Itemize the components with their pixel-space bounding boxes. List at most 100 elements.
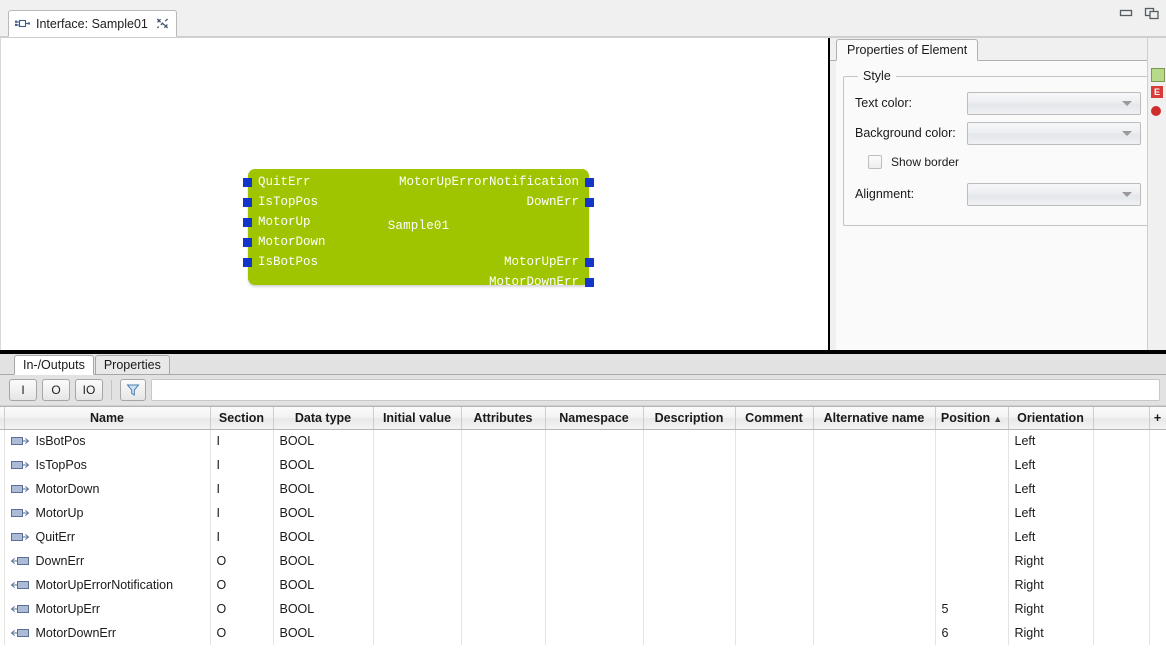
table-header-namespace[interactable]: Namespace xyxy=(545,407,644,430)
close-icon[interactable] xyxy=(156,17,169,30)
input-pin-isbotpos[interactable]: IsBotPos xyxy=(243,253,318,271)
minimize-icon[interactable] xyxy=(1118,6,1134,20)
cell-namespace[interactable] xyxy=(545,525,644,549)
cell-data-type[interactable]: BOOL xyxy=(273,477,374,501)
cell-attributes[interactable] xyxy=(461,597,546,621)
cell-attributes[interactable] xyxy=(461,477,546,501)
cell-position[interactable] xyxy=(935,525,1009,549)
cell-description[interactable] xyxy=(643,573,736,597)
cell-attributes[interactable] xyxy=(461,525,546,549)
cell-description[interactable] xyxy=(643,525,736,549)
table-row[interactable]: MotorUpErr O BOOL 5 Right xyxy=(0,597,1166,621)
cell-add[interactable] xyxy=(1149,477,1166,501)
cell-orientation[interactable]: Right xyxy=(1008,573,1094,597)
library-icon[interactable] xyxy=(1151,68,1165,82)
cell-initial-value[interactable] xyxy=(373,429,462,453)
input-pin-istoppos[interactable]: IsTopPos xyxy=(243,193,318,211)
cell-data-type[interactable]: BOOL xyxy=(273,597,374,621)
cell-add[interactable] xyxy=(1149,597,1166,621)
cell-comment[interactable] xyxy=(735,597,814,621)
error-icon[interactable]: E xyxy=(1151,86,1163,98)
cell-attributes[interactable] xyxy=(461,501,546,525)
cell-namespace[interactable] xyxy=(545,621,644,645)
cell-name[interactable]: QuitErr xyxy=(4,525,211,549)
cell-add[interactable] xyxy=(1149,501,1166,525)
cell-spacer[interactable] xyxy=(1093,597,1150,621)
table-header-description[interactable]: Description xyxy=(643,407,736,430)
cell-section[interactable]: O xyxy=(210,549,274,573)
cell-spacer[interactable] xyxy=(1093,453,1150,477)
cell-name[interactable]: IsTopPos xyxy=(4,453,211,477)
cell-data-type[interactable]: BOOL xyxy=(273,549,374,573)
table-header-position[interactable]: Position ▲ xyxy=(935,407,1009,430)
cell-name[interactable]: MotorUpErrorNotification xyxy=(4,573,211,597)
cell-spacer[interactable] xyxy=(1093,573,1150,597)
cell-description[interactable] xyxy=(643,597,736,621)
cell-name[interactable]: IsBotPos xyxy=(4,429,211,453)
table-row[interactable]: MotorUpErrorNotification O BOOL Right xyxy=(0,573,1166,597)
cell-namespace[interactable] xyxy=(545,429,644,453)
cell-attributes[interactable] xyxy=(461,429,546,453)
cell-data-type[interactable]: BOOL xyxy=(273,621,374,645)
tab-properties-of-element[interactable]: Properties of Element xyxy=(836,39,979,61)
cell-position[interactable] xyxy=(935,477,1009,501)
cell-data-type[interactable]: BOOL xyxy=(273,453,374,477)
table-header-initial-value[interactable]: Initial value xyxy=(373,407,462,430)
cell-initial-value[interactable] xyxy=(373,477,462,501)
cell-comment[interactable] xyxy=(735,453,814,477)
cell-orientation[interactable]: Left xyxy=(1008,501,1094,525)
editor-tab-interface-sample01[interactable]: Interface: Sample01 xyxy=(8,10,177,37)
function-block-sample01[interactable]: Sample01 QuitErr IsTopPos MotorUp MotorD… xyxy=(243,169,594,289)
cell-attributes[interactable] xyxy=(461,549,546,573)
cell-initial-value[interactable] xyxy=(373,573,462,597)
table-header-comment[interactable]: Comment xyxy=(735,407,814,430)
cell-comment[interactable] xyxy=(735,573,814,597)
cell-section[interactable]: I xyxy=(210,429,274,453)
table-header-orientation[interactable]: Orientation xyxy=(1008,407,1094,430)
filter-toggle-button[interactable] xyxy=(120,379,146,401)
tab-in-outputs[interactable]: In-/Outputs xyxy=(14,355,94,375)
cell-attributes[interactable] xyxy=(461,621,546,645)
background-color-dropdown[interactable] xyxy=(967,121,1141,145)
cell-namespace[interactable] xyxy=(545,573,644,597)
cell-namespace[interactable] xyxy=(545,549,644,573)
cell-comment[interactable] xyxy=(735,525,814,549)
cell-initial-value[interactable] xyxy=(373,453,462,477)
cell-attributes[interactable] xyxy=(461,453,546,477)
table-row[interactable]: IsTopPos I BOOL Left xyxy=(0,453,1166,477)
cell-data-type[interactable]: BOOL xyxy=(273,501,374,525)
cell-initial-value[interactable] xyxy=(373,597,462,621)
cell-add[interactable] xyxy=(1149,429,1166,453)
cell-comment[interactable] xyxy=(735,501,814,525)
cell-alternative-name[interactable] xyxy=(813,501,936,525)
table-row[interactable]: QuitErr I BOOL Left xyxy=(0,525,1166,549)
cell-spacer[interactable] xyxy=(1093,501,1150,525)
cell-comment[interactable] xyxy=(735,621,814,645)
cell-alternative-name[interactable] xyxy=(813,429,936,453)
cell-namespace[interactable] xyxy=(545,501,644,525)
cell-description[interactable] xyxy=(643,453,736,477)
output-pin-motoruperrornotification[interactable]: MotorUpErrorNotification xyxy=(399,173,594,191)
cell-comment[interactable] xyxy=(735,477,814,501)
cell-initial-value[interactable] xyxy=(373,525,462,549)
io-table-container[interactable]: Name Section Data type Initial value Att… xyxy=(0,406,1166,664)
cell-position[interactable] xyxy=(935,453,1009,477)
cell-orientation[interactable]: Left xyxy=(1008,429,1094,453)
cell-comment[interactable] xyxy=(735,549,814,573)
cell-section[interactable]: I xyxy=(210,477,274,501)
cell-spacer[interactable] xyxy=(1093,621,1150,645)
cell-namespace[interactable] xyxy=(545,477,644,501)
cell-spacer[interactable] xyxy=(1093,429,1150,453)
cell-comment[interactable] xyxy=(735,429,814,453)
input-pin-motordown[interactable]: MotorDown xyxy=(243,233,326,251)
cell-description[interactable] xyxy=(643,621,736,645)
table-header-add-column[interactable]: + xyxy=(1149,407,1166,430)
cell-position[interactable]: 5 xyxy=(935,597,1009,621)
filter-outputs-button[interactable]: O xyxy=(42,379,70,401)
cell-section[interactable]: O xyxy=(210,597,274,621)
cell-section[interactable]: I xyxy=(210,525,274,549)
cell-orientation[interactable]: Right xyxy=(1008,597,1094,621)
table-header-name[interactable]: Name xyxy=(4,407,211,430)
cell-alternative-name[interactable] xyxy=(813,453,936,477)
cell-data-type[interactable]: BOOL xyxy=(273,573,374,597)
